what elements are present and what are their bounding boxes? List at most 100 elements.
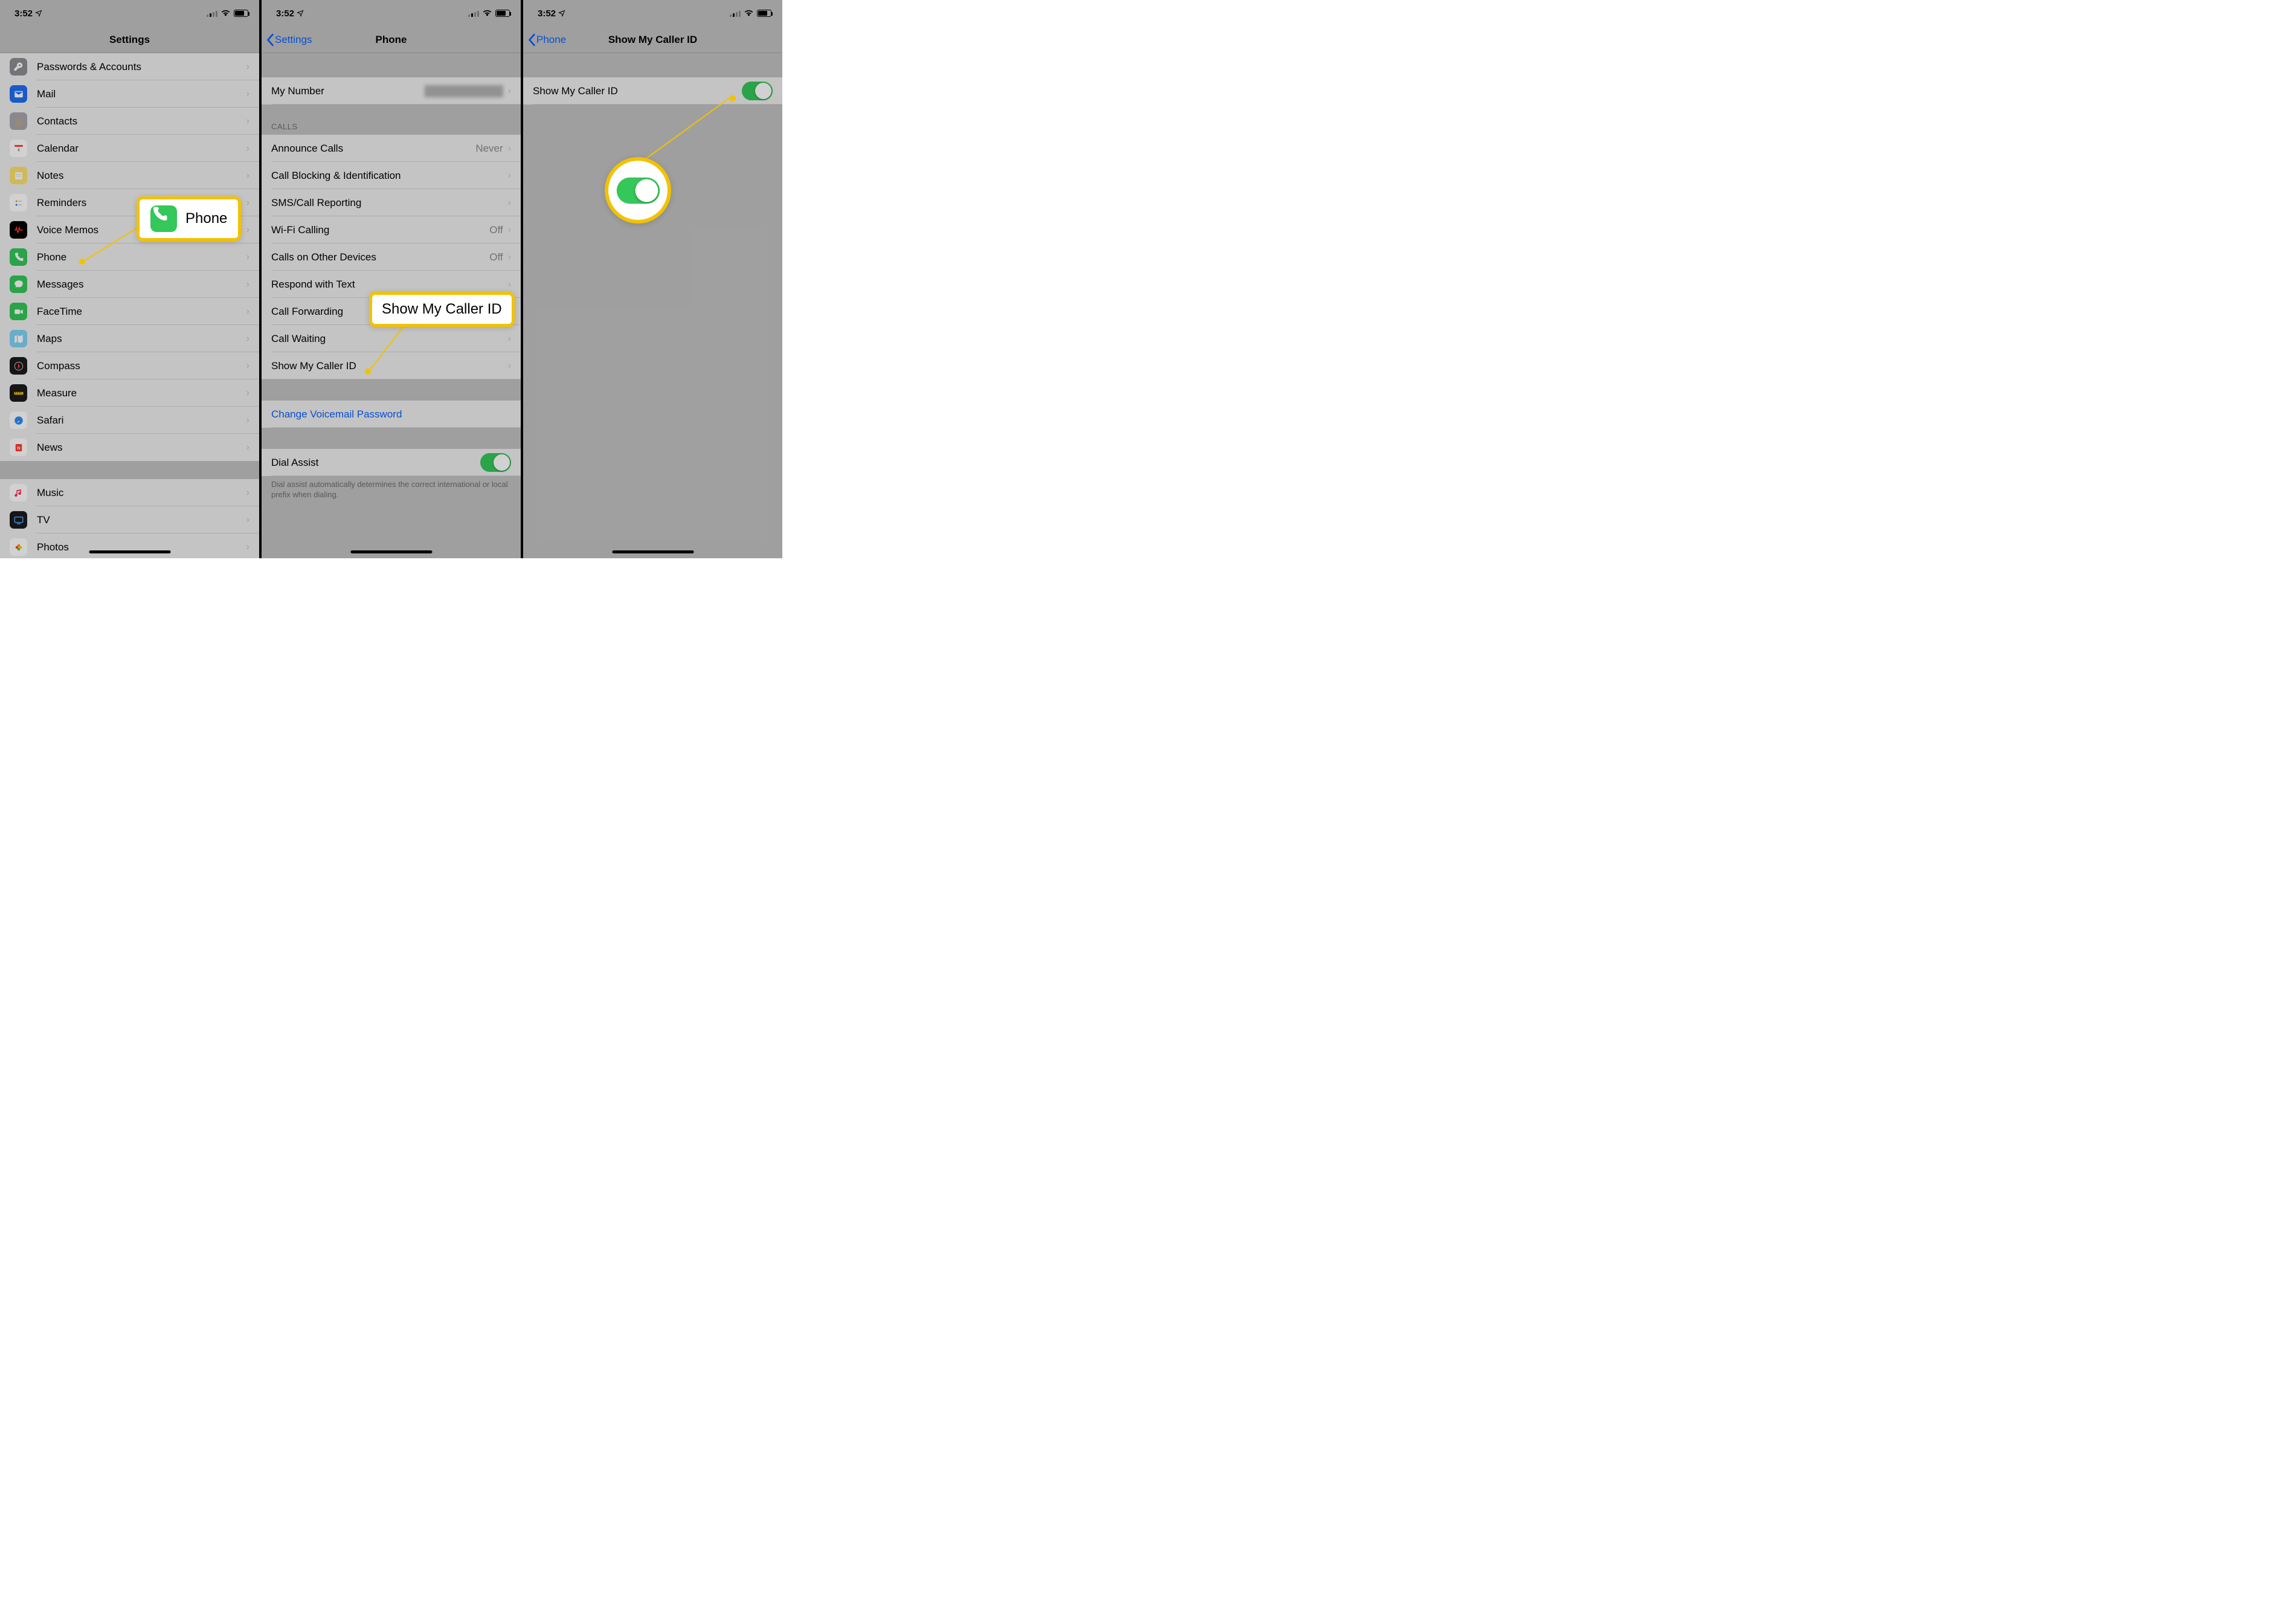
svg-text:N: N: [17, 445, 20, 451]
back-button[interactable]: Settings: [266, 33, 312, 47]
chevron-right-icon: ›: [246, 279, 249, 290]
settings-row-phone[interactable]: Phone ›: [0, 243, 259, 271]
callout-anchor-dot: [730, 95, 736, 102]
status-time: 3:52: [538, 8, 556, 19]
messages-icon: [10, 276, 27, 293]
row-label: Show My Caller ID: [271, 360, 508, 372]
row-call-blocking-identification[interactable]: Call Blocking & Identification ›: [262, 162, 521, 189]
key-icon: [10, 58, 27, 76]
row-sms-call-reporting[interactable]: SMS/Call Reporting ›: [262, 189, 521, 216]
show-caller-id-toggle[interactable]: [742, 82, 773, 100]
chevron-right-icon: ›: [246, 415, 249, 426]
settings-row-mail[interactable]: Mail ›: [0, 80, 259, 108]
chevron-right-icon: ›: [246, 225, 249, 236]
chevron-right-icon: ›: [508, 143, 511, 154]
row-show-caller-id[interactable]: Show My Caller ID: [523, 77, 782, 105]
screen-phone-settings: 3:52 Settings Phone My Number ›: [262, 0, 523, 558]
row-label: Compass: [37, 360, 246, 372]
news-icon: N: [10, 439, 27, 456]
cellular-icon: [730, 10, 741, 17]
row-my-number[interactable]: My Number ›: [262, 77, 521, 105]
chevron-right-icon: ›: [246, 388, 249, 399]
row-call-waiting[interactable]: Call Waiting ›: [262, 325, 521, 352]
battery-icon: [495, 10, 510, 17]
row-value: Never: [475, 143, 503, 155]
chevron-right-icon: ›: [246, 62, 249, 72]
row-wi-fi-calling[interactable]: Wi-Fi Calling Off ›: [262, 216, 521, 243]
dial-assist-toggle[interactable]: [480, 453, 511, 472]
status-bar: 3:52: [523, 0, 782, 27]
settings-row-photos[interactable]: Photos ›: [0, 533, 259, 558]
settings-row-news[interactable]: N News ›: [0, 434, 259, 461]
callout-toggle: [605, 157, 671, 224]
back-button[interactable]: Phone: [528, 33, 566, 47]
nav-bar: Phone Show My Caller ID: [523, 27, 782, 53]
chevron-right-icon: ›: [508, 225, 511, 236]
chevron-right-icon: ›: [246, 306, 249, 317]
chevron-right-icon: ›: [246, 334, 249, 344]
row-label: Measure: [37, 387, 246, 399]
row-dial-assist[interactable]: Dial Assist: [262, 449, 521, 476]
chevron-right-icon: ›: [246, 442, 249, 453]
row-value: Off: [489, 224, 503, 236]
phone-icon: [150, 205, 169, 224]
page-title: Settings: [109, 34, 150, 46]
home-indicator[interactable]: [89, 550, 170, 553]
settings-row-safari[interactable]: Safari ›: [0, 407, 259, 434]
row-label: Phone: [37, 251, 246, 263]
photos-icon: [10, 538, 27, 556]
row-show-my-caller-id[interactable]: Show My Caller ID ›: [262, 352, 521, 379]
row-change-voicemail-password[interactable]: Change Voicemail Password: [262, 401, 521, 428]
measure-icon: [10, 384, 27, 402]
chevron-right-icon: ›: [246, 170, 249, 181]
row-announce-calls[interactable]: Announce Calls Never ›: [262, 135, 521, 162]
settings-row-key[interactable]: Passwords & Accounts ›: [0, 53, 259, 80]
cellular-icon: [207, 10, 217, 17]
status-icons: [468, 10, 510, 17]
voicemail-link-label: Change Voicemail Password: [271, 408, 511, 420]
status-time: 3:52: [276, 8, 294, 19]
svg-text:1: 1: [18, 147, 20, 152]
settings-row-maps[interactable]: Maps ›: [0, 325, 259, 352]
settings-row-notes[interactable]: Notes ›: [0, 162, 259, 189]
settings-row-messages[interactable]: Messages ›: [0, 271, 259, 298]
dial-assist-footer: Dial assist automatically determines the…: [262, 476, 521, 507]
battery-icon: [757, 10, 771, 17]
screen-caller-id: 3:52 Phone Show My Caller ID Show My Cal…: [523, 0, 782, 558]
settings-row-music[interactable]: Music ›: [0, 479, 259, 506]
back-label: Settings: [275, 34, 312, 46]
settings-row-measure[interactable]: Measure ›: [0, 379, 259, 407]
row-calls-on-other-devices[interactable]: Calls on Other Devices Off ›: [262, 243, 521, 271]
chevron-right-icon: ›: [508, 361, 511, 372]
home-indicator[interactable]: [612, 550, 693, 553]
settings-row-facetime[interactable]: FaceTime ›: [0, 298, 259, 325]
dial-assist-label: Dial Assist: [271, 457, 480, 469]
status-bar: 3:52: [262, 0, 521, 27]
chevron-left-icon: [266, 33, 275, 47]
settings-row-tv[interactable]: TV ›: [0, 506, 259, 533]
back-label: Phone: [536, 34, 566, 46]
chevron-right-icon: ›: [246, 252, 249, 263]
page-title: Phone: [376, 34, 407, 46]
calendar-icon: 1: [10, 140, 27, 157]
settings-row-calendar[interactable]: 1 Calendar ›: [0, 135, 259, 162]
row-label: Messages: [37, 279, 246, 291]
row-label: News: [37, 442, 246, 454]
chevron-right-icon: ›: [246, 198, 249, 208]
chevron-right-icon: ›: [508, 279, 511, 290]
callout-show-caller-id: Show My Caller ID: [369, 292, 515, 327]
reminders-icon: [10, 194, 27, 211]
calls-section-header: CALLS: [262, 105, 521, 135]
chevron-right-icon: ›: [508, 334, 511, 344]
chevron-right-icon: ›: [246, 515, 249, 526]
voicememo-icon: [10, 221, 27, 239]
status-bar: 3:52: [0, 0, 259, 27]
chevron-left-icon: [528, 33, 536, 47]
callout-phone: Phone: [137, 196, 241, 241]
settings-row-contacts[interactable]: Contacts ›: [0, 108, 259, 135]
chevron-right-icon: ›: [246, 542, 249, 553]
maps-icon: [10, 330, 27, 347]
settings-row-compass[interactable]: Compass ›: [0, 352, 259, 379]
row-label: Wi-Fi Calling: [271, 224, 489, 236]
home-indicator[interactable]: [350, 550, 432, 553]
